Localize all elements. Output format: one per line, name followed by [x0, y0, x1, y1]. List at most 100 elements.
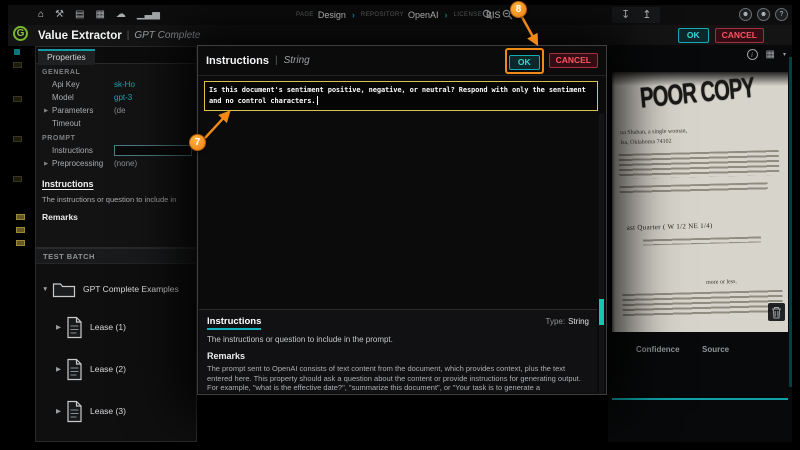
help-type-label: Type: — [545, 317, 566, 326]
folder-icon — [52, 283, 76, 298]
illegible-text-block — [618, 149, 780, 180]
trash-icon — [772, 306, 781, 318]
dialog-type-name: String — [283, 55, 310, 66]
illegible-text-block — [642, 236, 762, 246]
scanned-document-page[interactable]: POOR COPY na Shahan, a single woman, lsa… — [612, 72, 788, 332]
home-icon[interactable]: ⌂ — [38, 10, 44, 20]
breadcrumb-page-label: PAGE — [296, 12, 314, 18]
breadcrumb-separator: › — [351, 10, 355, 20]
properties-panel: Properties GENERAL Api Key sk-Ho Model g… — [35, 46, 197, 248]
dialog-scrollbar[interactable] — [599, 114, 604, 394]
scrollbar-thumb[interactable] — [599, 299, 604, 325]
section-header-general: GENERAL — [42, 69, 81, 76]
property-label: Timeout — [52, 119, 81, 128]
help-remarks-title: Remarks — [207, 351, 246, 361]
collapse-arrow-icon[interactable]: ▼ — [42, 286, 52, 293]
title-divider: | — [126, 30, 130, 41]
property-value: gpt-3 — [114, 93, 133, 102]
help-type-value: String — [568, 317, 589, 326]
illegible-text-block — [619, 182, 768, 196]
expand-arrow-icon[interactable]: ▶ — [56, 365, 66, 373]
property-value: sk-Ho — [114, 80, 135, 89]
editor-action-buttons: OK CANCEL — [677, 28, 764, 43]
breadcrumb-page-value[interactable]: Design — [318, 10, 346, 20]
editor-title-row: Value Extractor | GPT Complete — [38, 25, 200, 46]
column-header-source[interactable]: Source — [702, 345, 729, 354]
search-icon-group — [482, 9, 513, 20]
property-row-instructions[interactable]: Instructions — [36, 144, 196, 157]
viewer-toolbar: i ▦ ▾ — [746, 49, 786, 60]
delete-button[interactable] — [768, 303, 785, 321]
tree-item-folder[interactable]: ▼ GPT Complete Examples — [36, 272, 196, 306]
layout-grid-icon[interactable]: ▦ — [766, 49, 775, 60]
dialog-header: Instructions | String OK CANCEL — [198, 46, 606, 76]
column-header-confidence[interactable]: Confidence — [636, 345, 680, 354]
stats-icon[interactable]: ▁▃▅ — [137, 10, 160, 20]
expand-arrow-icon[interactable]: ▶ — [56, 323, 66, 331]
tree-folder-icon — [16, 240, 25, 246]
user-icon[interactable]: ☻ — [757, 8, 770, 21]
dialog-ok-button[interactable]: OK — [508, 54, 540, 70]
property-row-timeout[interactable]: Timeout — [36, 117, 196, 130]
tree-item-partial[interactable]: ▶ — [36, 432, 196, 441]
users-icon[interactable]: ☻ — [739, 8, 752, 21]
expand-arrow-icon[interactable]: ▶ — [44, 161, 52, 167]
property-value: (de — [114, 106, 126, 115]
grooper-logo-icon: G — [13, 26, 28, 41]
dialog-title-divider: | — [274, 55, 278, 66]
property-label: Preprocessing — [52, 159, 104, 168]
help-remarks-text: The prompt sent to OpenAI consists of te… — [207, 364, 581, 392]
expand-arrow-icon[interactable]: ▶ — [56, 407, 66, 415]
breadcrumb-repository-value[interactable]: OpenAI — [408, 10, 439, 20]
tools-icon[interactable]: ⚒ — [55, 10, 64, 20]
property-row-parameters[interactable]: ▶ Parameters (de — [36, 104, 196, 117]
property-help-text: The instructions or question to include … — [42, 195, 177, 204]
tree-item-label: Lease (2) — [90, 364, 126, 374]
top-toolbar: ⌂ ⚒ ▤ ▦ ☁ ▁▃▅ PAGE Design › REPOSITORY O… — [8, 5, 792, 25]
breadcrumb-license-label: LICENSE — [453, 12, 482, 18]
property-label: Api Key — [52, 80, 80, 89]
info-icon[interactable]: i — [746, 49, 758, 60]
user-icon-group: ☻ ☻ ? — [739, 8, 788, 21]
download-icon[interactable]: ↧ — [621, 9, 630, 21]
text-cursor — [317, 96, 318, 105]
transfer-icon-group: ↧ ↥ — [612, 7, 661, 23]
viewer-scrollbar[interactable] — [789, 57, 792, 387]
cancel-button[interactable]: CANCEL — [714, 28, 764, 43]
search-icon[interactable] — [482, 9, 493, 20]
tree-folder-icon — [13, 96, 22, 102]
archive-icon[interactable]: ▤ — [75, 10, 84, 20]
document-content: POOR COPY na Shahan, a single woman, lsa… — [612, 72, 788, 332]
chevron-down-icon[interactable]: ▾ — [783, 51, 786, 58]
dialog-help-panel: Instructions Type: String The instructio… — [199, 309, 597, 393]
property-value-selected[interactable] — [114, 145, 192, 156]
ok-button[interactable]: OK — [677, 28, 709, 43]
property-label: Parameters — [52, 106, 94, 115]
upload-icon[interactable]: ↥ — [642, 9, 651, 21]
tree-item-lease-1[interactable]: ▶ Lease (1) — [36, 306, 196, 348]
properties-tabstrip: Properties — [36, 47, 196, 65]
dialog-cancel-button[interactable]: CANCEL — [548, 53, 598, 68]
property-row-preprocessing[interactable]: ▶ Preprocessing (none) — [36, 157, 196, 170]
test-batch-tree: ▼ GPT Complete Examples ▶ Lease (1) ▶ Le… — [36, 264, 196, 441]
instructions-textarea[interactable]: Is this document's sentiment positive, n… — [204, 81, 598, 111]
tab-properties[interactable]: Properties — [38, 49, 95, 65]
tree-item-lease-3[interactable]: ▶ Lease (3) — [36, 390, 196, 432]
property-value: (none) — [114, 159, 138, 168]
instructions-text: Is this document's sentiment positive, n… — [209, 86, 586, 105]
property-row-model[interactable]: Model gpt-3 — [36, 91, 196, 104]
property-label: Instructions — [52, 146, 93, 155]
help-icon[interactable]: ? — [775, 8, 788, 21]
tree-item-lease-2[interactable]: ▶ Lease (2) — [36, 348, 196, 390]
help-title-row: Instructions Type: String — [207, 316, 589, 330]
callout-badge-8: 8 — [510, 1, 527, 18]
property-row-api-key[interactable]: Api Key sk-Ho — [36, 78, 196, 91]
expand-arrow-icon[interactable]: ▶ — [44, 108, 52, 114]
document-icon — [67, 316, 82, 338]
cloud-icon[interactable]: ☁ — [116, 10, 126, 20]
tree-item-label: Lease (3) — [90, 406, 126, 416]
editor-title-bar: G Value Extractor | GPT Complete OK CANC… — [8, 25, 792, 46]
save-icon[interactable]: ▦ — [95, 10, 104, 20]
page-title: Value Extractor — [38, 29, 122, 42]
toolbar-icon-group: ⌂ ⚒ ▤ ▦ ☁ ▁▃▅ — [38, 5, 160, 25]
